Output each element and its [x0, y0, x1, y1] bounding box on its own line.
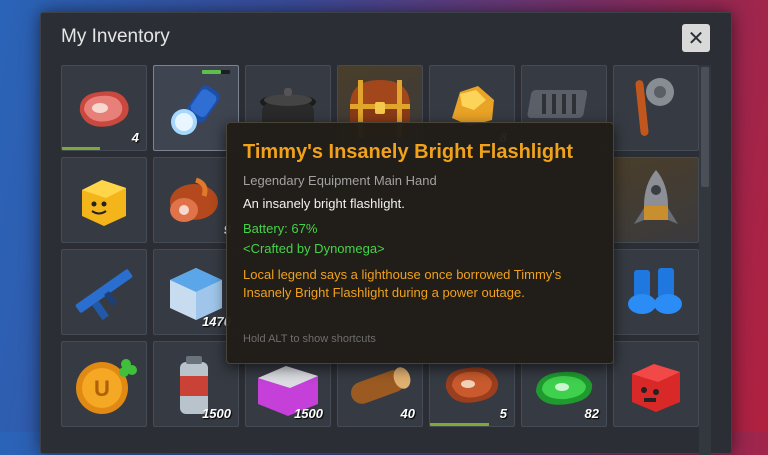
tooltip-title: Timmy's Insanely Bright Flashlight — [243, 141, 574, 163]
yellow-cube-icon — [82, 180, 126, 226]
tooltip-shortcut-hint: Hold ALT to show shortcuts — [243, 333, 376, 345]
durability-bar — [62, 147, 100, 150]
inventory-slot[interactable] — [613, 249, 699, 335]
inventory-slot[interactable] — [613, 65, 699, 151]
inventory-slot[interactable] — [61, 157, 147, 243]
item-quantity: 5 — [499, 406, 507, 421]
blue-boots-icon — [628, 268, 682, 314]
tooltip-description: An insanely bright flashlight. — [243, 196, 405, 211]
tooltip-crafted-by: <Crafted by Dynomega> — [243, 241, 385, 256]
item-quantity: 4 — [131, 130, 139, 145]
inventory-slot[interactable]: 4 — [61, 65, 147, 151]
item-quantity: 1500 — [202, 406, 231, 421]
gold-coin-icon: U — [76, 359, 137, 414]
rocket-icon — [634, 170, 678, 224]
item-tooltip: Timmy's Insanely Bright Flashlight Legen… — [226, 122, 614, 364]
item-quantity: 1500 — [294, 406, 323, 421]
close-icon: ✕ — [687, 26, 705, 50]
scrollbar-thumb[interactable] — [701, 67, 709, 187]
durability-bar — [430, 423, 489, 426]
red-cube-icon — [632, 364, 680, 412]
svg-text:U: U — [94, 376, 110, 401]
spiked-bat-icon — [635, 78, 674, 136]
inventory-slot[interactable] — [613, 341, 699, 427]
tooltip-battery: Battery: 67% — [243, 221, 318, 236]
assault-rifle-icon — [75, 269, 133, 321]
item-quantity: 82 — [584, 406, 599, 421]
close-button[interactable]: ✕ — [682, 24, 710, 52]
tooltip-item-type: Legendary Equipment Main Hand — [243, 173, 437, 188]
inventory-slot[interactable] — [61, 249, 147, 335]
window-title: My Inventory — [61, 26, 170, 47]
item-quantity: 40 — [400, 406, 415, 421]
tooltip-lore: Local legend says a lighthouse once borr… — [243, 267, 562, 300]
inventory-slot[interactable] — [613, 157, 699, 243]
inventory-slot[interactable]: U — [61, 341, 147, 427]
